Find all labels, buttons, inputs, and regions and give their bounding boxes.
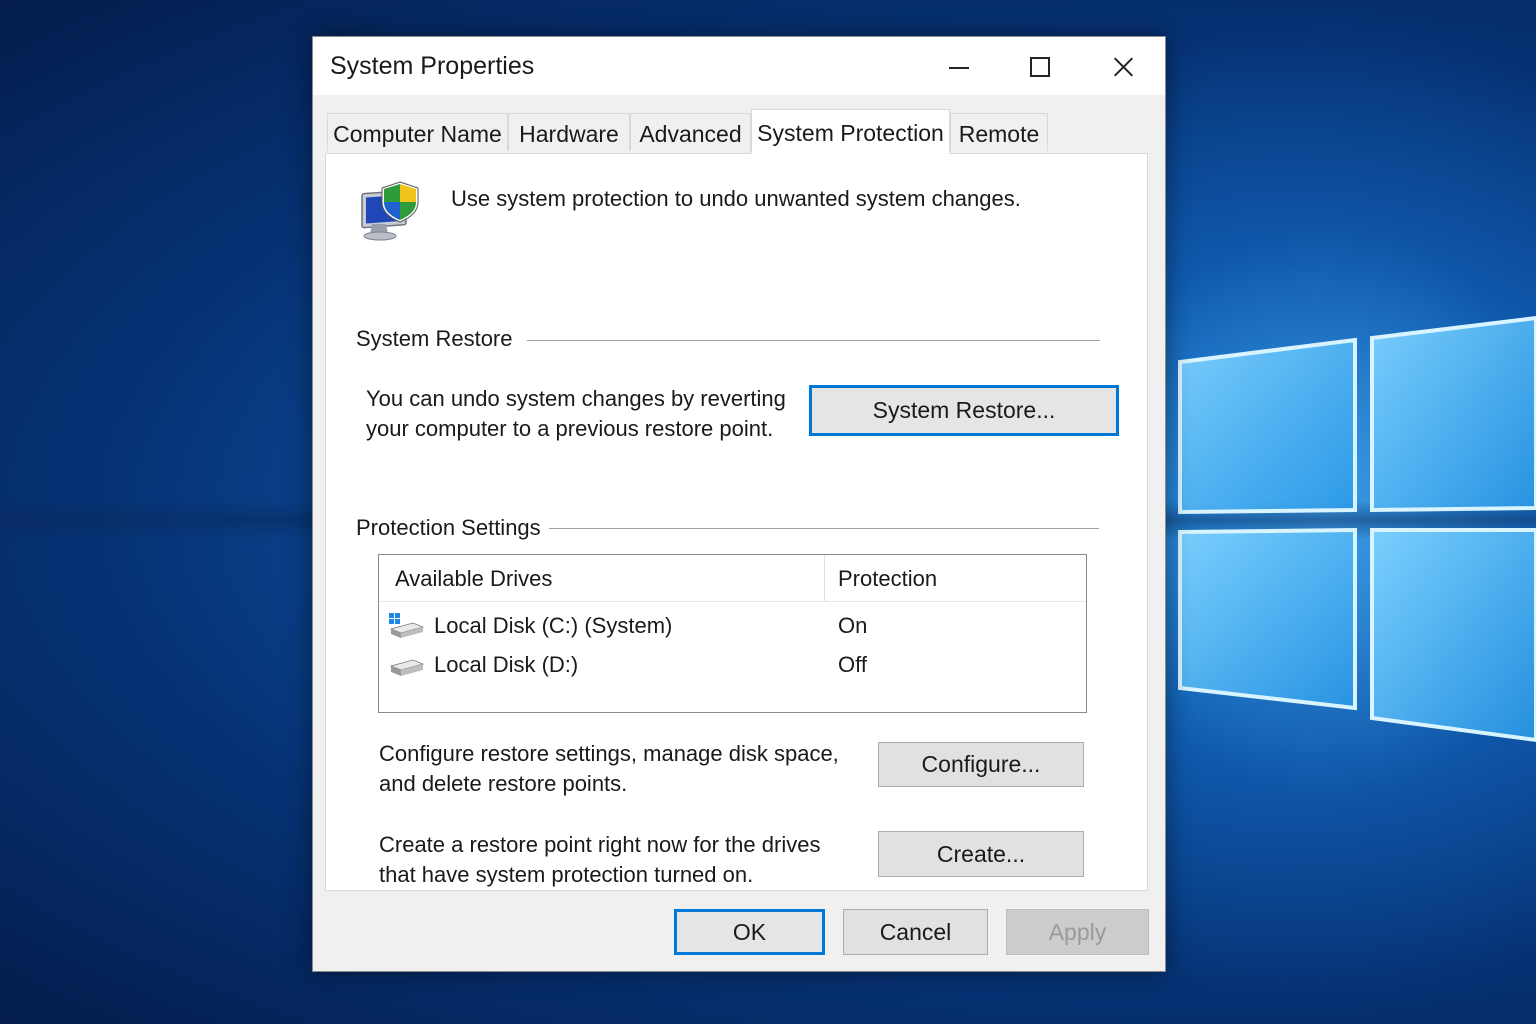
group-divider [549, 528, 1099, 529]
dialog-footer: OK Cancel Apply [313, 895, 1165, 971]
windows-logo-wallpaper [1178, 315, 1536, 743]
system-restore-description: You can undo system changes by reverting… [366, 386, 786, 441]
maximize-button[interactable] [1011, 45, 1071, 89]
cancel-button[interactable]: Cancel [843, 909, 988, 955]
close-button[interactable] [1093, 45, 1153, 89]
drives-table: Available Drives Protection Local Disk (… [378, 554, 1087, 713]
system-drive-icon [389, 613, 425, 638]
create-button[interactable]: Create... [878, 831, 1084, 877]
minimize-button[interactable] [929, 45, 989, 89]
tab-system-protection[interactable]: System Protection [751, 109, 950, 154]
system-protection-icon [361, 181, 419, 241]
drive-icon [389, 659, 425, 676]
group-divider [527, 340, 1100, 341]
maximize-icon [1030, 57, 1050, 77]
intro-text: Use system protection to undo unwanted s… [451, 186, 1021, 211]
minimize-icon [949, 67, 969, 69]
drive-protection-status: Off [838, 652, 867, 677]
column-separator[interactable] [824, 555, 825, 601]
table-header-row: Available Drives Protection [379, 555, 1086, 602]
system-protection-panel: Use system protection to undo unwanted s… [325, 153, 1148, 891]
drive-name: Local Disk (C:) (System) [434, 613, 673, 638]
configure-button[interactable]: Configure... [878, 742, 1084, 787]
column-header-drives[interactable]: Available Drives [395, 555, 552, 601]
drive-protection-status: On [838, 613, 868, 638]
tab-remote[interactable]: Remote [950, 113, 1048, 151]
protection-settings-group-label: Protection Settings [356, 515, 541, 541]
window-title: System Properties [330, 52, 535, 80]
title-bar[interactable]: System Properties [313, 37, 1165, 95]
tab-hardware[interactable]: Hardware [508, 113, 630, 151]
tab-advanced[interactable]: Advanced [630, 113, 751, 151]
system-properties-window: System Properties Computer Name Hardware… [312, 36, 1166, 972]
system-restore-button[interactable]: System Restore... [809, 385, 1119, 436]
create-description: Create a restore point right now for the… [379, 832, 821, 887]
drive-name: Local Disk (D:) [434, 652, 579, 677]
column-header-protection[interactable]: Protection [838, 555, 937, 601]
table-row[interactable]: Local Disk (C:) (System) On [379, 607, 1086, 645]
apply-button[interactable]: Apply [1006, 909, 1149, 955]
ok-button[interactable]: OK [674, 909, 825, 955]
system-restore-group-label: System Restore [356, 326, 513, 352]
table-row[interactable]: Local Disk (D:) Off [379, 646, 1086, 684]
configure-description: Configure restore settings, manage disk … [379, 741, 839, 796]
tab-computer-name[interactable]: Computer Name [327, 113, 508, 151]
